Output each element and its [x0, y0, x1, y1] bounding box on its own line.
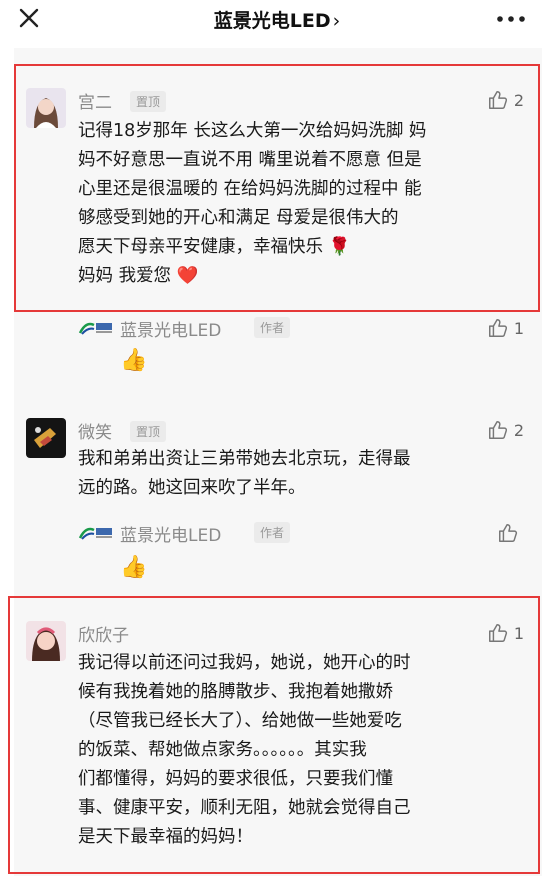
like-count: 2	[513, 420, 524, 440]
thumbs-up-icon	[499, 524, 518, 542]
reply-like-count: 1	[513, 318, 524, 338]
comment-text: 记得18岁那年 长这么大第一次给妈妈洗脚 妈 妈不好意思一直说不用 嘴里说着不愿…	[78, 121, 427, 286]
reply-author-name[interactable]: 蓝景光电LED	[120, 316, 221, 341]
author-badge: 作者	[254, 522, 291, 543]
like-button[interactable]: 1	[487, 622, 524, 644]
commenter-name[interactable]: 欣欣子	[78, 621, 129, 646]
reply-like-button[interactable]: 1	[487, 317, 524, 339]
author-logo	[78, 524, 114, 542]
comment-text: 我记得以前还问过我妈，她说，她开心的时 候有我挽着她的胳膊散步、我抱着她撒娇 （…	[78, 653, 411, 847]
thumbs-up-icon	[488, 319, 507, 337]
avatar[interactable]	[26, 621, 66, 661]
commenter-name[interactable]: 宫二	[78, 88, 112, 113]
commenter-name[interactable]: 微笑	[78, 418, 112, 443]
page-title[interactable]: 蓝景光电LED ›	[0, 6, 554, 33]
like-button[interactable]: 2	[487, 419, 524, 441]
reply-like-button[interactable]	[497, 522, 524, 544]
like-count: 1	[513, 623, 524, 643]
thumbs-up-icon	[488, 91, 507, 109]
author-logo	[78, 319, 114, 337]
thumbs-up-icon	[488, 421, 507, 439]
like-button[interactable]: 2	[487, 89, 524, 111]
avatar[interactable]	[26, 418, 66, 458]
thumbs-up-emoji: 👍	[120, 348, 148, 373]
pinned-badge: 置顶	[130, 421, 167, 442]
comment-feed: 宫二 置顶 2 记得18岁那年 长这么大第一次给妈妈洗脚 妈 妈不好意思一直说不…	[0, 40, 554, 878]
avatar[interactable]	[26, 88, 66, 128]
top-bar: 蓝景光电LED ›	[0, 0, 554, 40]
comment-text: 我和弟弟出资让三弟带她去北京玩，走得最 远的路。她这回来吹了半年。	[78, 449, 411, 498]
reply-author-name[interactable]: 蓝景光电LED	[120, 521, 221, 546]
more-icon[interactable]	[494, 8, 528, 30]
author-badge: 作者	[254, 317, 291, 338]
thumbs-up-icon	[488, 624, 507, 642]
like-count: 2	[513, 90, 524, 110]
chevron-right-icon: ›	[332, 10, 341, 32]
page-title-text: 蓝景光电LED	[213, 10, 331, 32]
thumbs-up-emoji: 👍	[120, 555, 148, 580]
comment-panel: 宫二 置顶 2 记得18岁那年 长这么大第一次给妈妈洗脚 妈 妈不好意思一直说不…	[14, 48, 542, 876]
pinned-badge: 置顶	[130, 91, 167, 112]
